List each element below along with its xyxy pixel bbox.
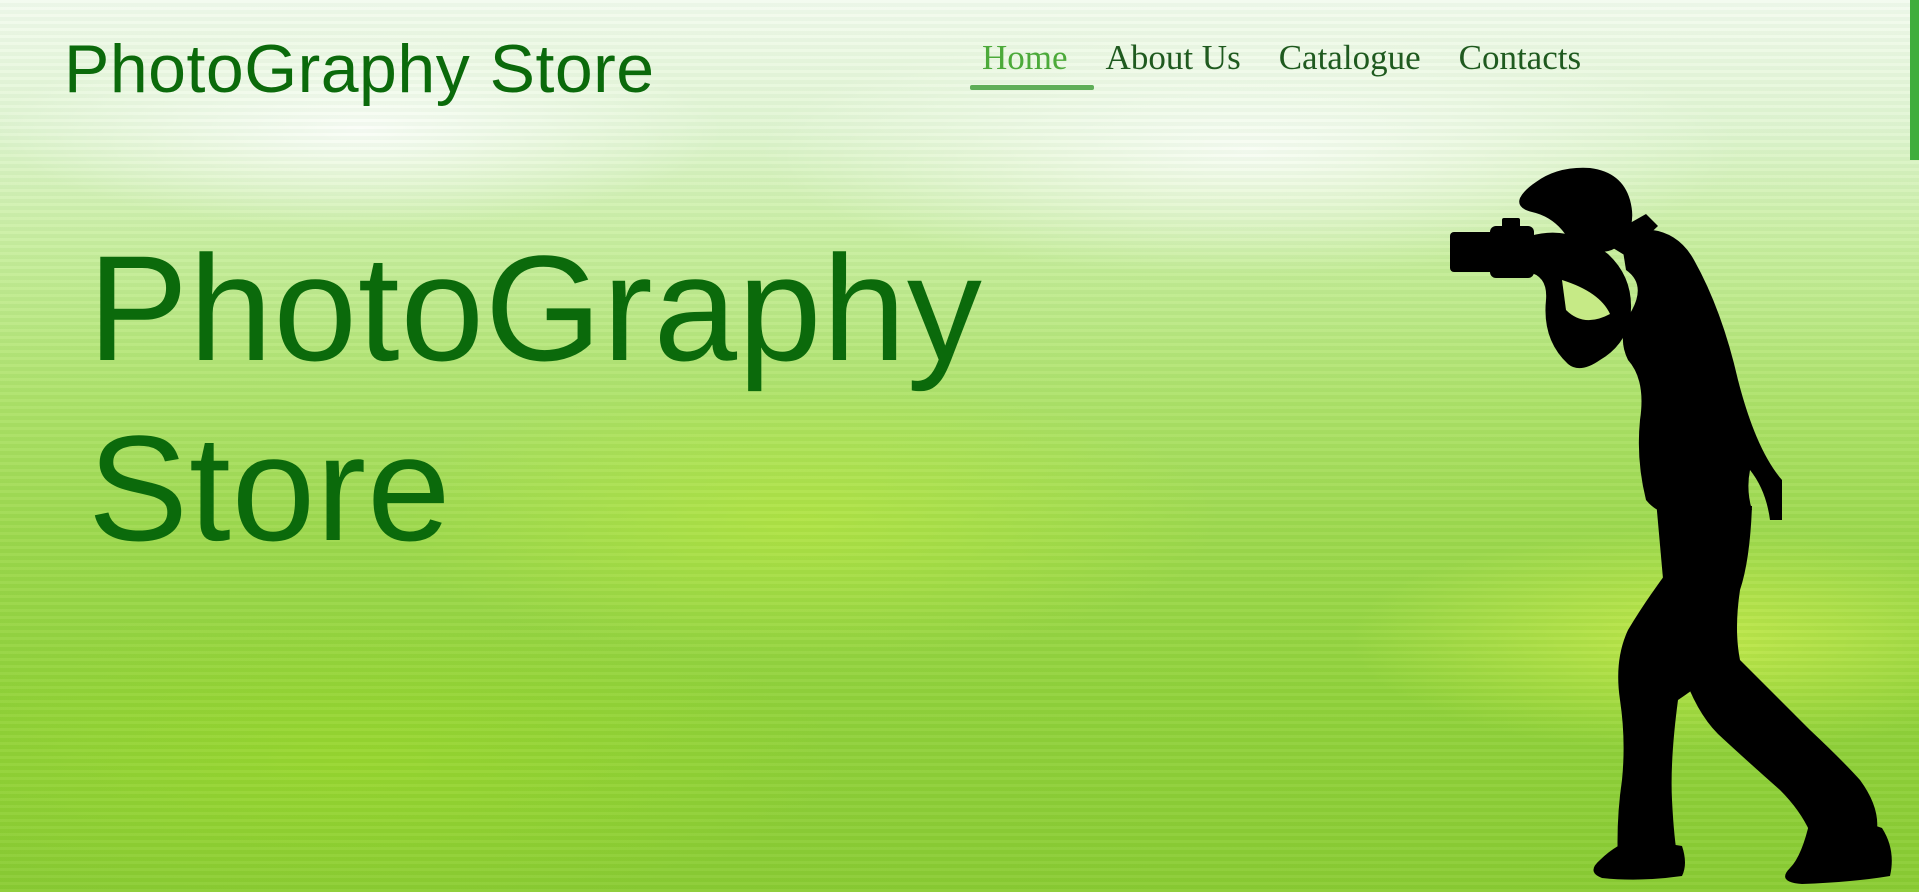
hero-title: PhotoGraphy Store (88, 218, 983, 578)
nav-item-contacts[interactable]: Contacts (1447, 38, 1607, 90)
scrollbar-thumb[interactable] (1910, 0, 1919, 160)
hero-title-line-2: Store (88, 404, 452, 572)
hero-title-line-1: PhotoGraphy (88, 224, 983, 392)
nav-item-about-us[interactable]: About Us (1094, 38, 1267, 90)
nav-item-home[interactable]: Home (970, 38, 1094, 90)
main-navigation: Home About Us Catalogue Contacts (970, 38, 1607, 90)
photographer-silhouette-icon (1450, 167, 1892, 884)
nav-item-catalogue[interactable]: Catalogue (1267, 38, 1447, 90)
site-logo-text[interactable]: PhotoGraphy Store (64, 30, 655, 108)
